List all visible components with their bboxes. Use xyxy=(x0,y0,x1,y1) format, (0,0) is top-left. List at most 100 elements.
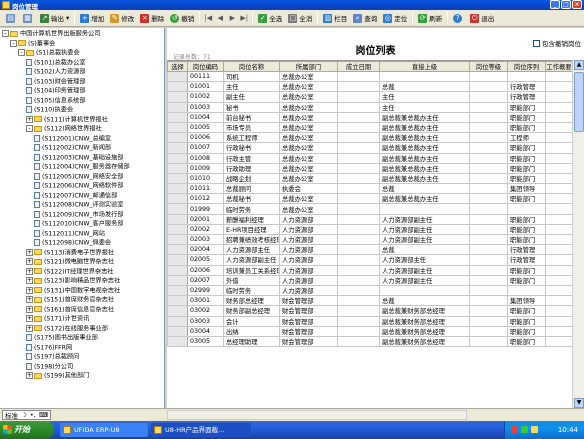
tree-node[interactable]: (S112008)CNW_评测实验室 xyxy=(34,201,123,209)
select-all-button[interactable]: ✓ 全选 xyxy=(255,11,285,25)
table-row[interactable]: 01010 战略企划 总裁办公室 副总裁兼总裁办主任 职能部门 xyxy=(167,172,572,185)
tree-node[interactable]: (S112010)CNW_客户服务部 xyxy=(34,220,123,228)
print-button[interactable]: ▤ xyxy=(3,11,20,25)
tree-node[interactable]: + (S113)消费电子世界报社 xyxy=(26,248,114,257)
row-select-cell[interactable] xyxy=(167,223,188,236)
vertical-scrollbar[interactable]: ▲ ▼ xyxy=(572,60,584,408)
tree-node[interactable]: + (S151)首席财务官杂志社 xyxy=(26,296,114,304)
row-select-cell[interactable] xyxy=(167,295,188,307)
tree-node[interactable]: + (S121)微电脑世界杂志社 xyxy=(26,258,114,266)
row-select-cell[interactable] xyxy=(167,183,188,195)
expand-toggle-icon[interactable]: + xyxy=(26,277,33,284)
exit-button[interactable]: ⏻ 退出 xyxy=(467,11,497,25)
ime-bar[interactable]: 标准 ☽ •, ⌨ xyxy=(2,410,52,420)
table-row[interactable]: 03003 会计 财会管理部 副总裁兼财务部总经理 职能部门 xyxy=(167,315,572,327)
first-record-button[interactable]: |◀ xyxy=(202,11,214,25)
column-header[interactable]: 所属部门 xyxy=(279,61,338,72)
table-row[interactable]: 01003 秘书 总裁办公室 主任 职能部门 xyxy=(167,101,572,113)
tree-node[interactable]: + (S172)在线服务事业部 xyxy=(26,324,108,333)
taskbar-item-screenshot[interactable]: U8-HR产品界面截... xyxy=(151,423,251,437)
expand-toggle-icon[interactable]: + xyxy=(26,115,33,123)
expand-toggle-icon[interactable]: + xyxy=(26,315,33,322)
antivirus-icon[interactable] xyxy=(511,426,518,433)
row-select-cell[interactable] xyxy=(167,335,188,348)
table-row[interactable]: 01008 行政主管 总裁办公室 副总裁兼总裁办主任 职能部门 xyxy=(167,152,572,164)
column-header[interactable]: 选择 xyxy=(167,61,188,72)
tree-node[interactable]: + (S123)影响精品世界杂志社 xyxy=(26,277,120,285)
column-header[interactable]: 直接上级 xyxy=(379,61,470,72)
tree-node[interactable]: + (S131)中国数字电视杂志社 xyxy=(26,286,120,295)
expand-toggle-icon[interactable]: + xyxy=(26,372,33,379)
table-row[interactable]: 02005 人力资源部副主任 人力资源部 人力资源部主任 行政管理 xyxy=(167,254,572,266)
table-row[interactable]: 00111 司机 总裁办公室 xyxy=(167,70,572,83)
table-row[interactable]: 01999 临时劳务 总裁办公室 xyxy=(167,203,572,215)
row-select-cell[interactable] xyxy=(167,254,188,266)
tree-node[interactable]: (S110)执委会 xyxy=(26,106,73,114)
tree-node[interactable]: (S112001)CNW_总编室 xyxy=(34,134,111,143)
table-row[interactable]: 03001 财务部总经理 财会管理部 总裁 集团领导 xyxy=(167,295,572,307)
tree-node[interactable]: (S102)人力资源部 xyxy=(26,68,86,76)
row-select-cell[interactable] xyxy=(167,264,188,276)
row-select-cell[interactable] xyxy=(167,111,188,123)
minimize-button[interactable]: _ xyxy=(550,0,560,9)
table-row[interactable]: 02006 培训兼员工关系经理 人力资源部 人力资源部副主任 职能部门 xyxy=(167,264,572,276)
scroll-up-button[interactable]: ▲ xyxy=(574,60,584,70)
tree-node[interactable]: (S101)总裁办公室 xyxy=(26,58,86,67)
delete-button[interactable]: × 删除 xyxy=(137,11,167,25)
tree-node[interactable]: (S112006)CNW_网络软件部 xyxy=(34,182,123,190)
row-select-cell[interactable] xyxy=(167,213,188,225)
column-header[interactable]: 岗位等级 xyxy=(469,61,508,72)
row-select-cell[interactable] xyxy=(167,325,188,337)
expand-toggle-icon[interactable]: + xyxy=(26,305,33,313)
table-row[interactable]: 01004 前台秘书 总裁办公室 副总裁兼总裁办主任 职能部门 xyxy=(167,111,572,123)
tree-node[interactable]: (S105)信息系统部 xyxy=(26,96,86,105)
row-select-cell[interactable] xyxy=(167,121,188,134)
expand-toggle-icon[interactable]: + xyxy=(26,258,33,265)
column-header[interactable]: 工作概要 xyxy=(545,61,572,72)
preview-button[interactable]: ▦ xyxy=(20,11,37,25)
network-icon[interactable] xyxy=(521,426,528,433)
include-revoked-checkbox[interactable] xyxy=(533,39,540,47)
tree-node[interactable]: (S112009)CNW_市场发行部 xyxy=(34,210,123,219)
last-record-button[interactable]: ▶| xyxy=(238,11,250,25)
row-select-cell[interactable] xyxy=(167,172,188,185)
close-button[interactable]: × xyxy=(572,0,582,9)
column-header[interactable]: 岗位序列 xyxy=(507,61,546,72)
tree-node[interactable]: - (S1)总裁执委会 xyxy=(18,49,80,57)
table-row[interactable]: 01011 总裁顾问 执委会 总裁 集团领导 xyxy=(167,183,572,195)
row-select-cell[interactable] xyxy=(167,193,188,205)
scroll-thumb[interactable] xyxy=(574,72,584,132)
column-header[interactable]: 岗位名称 xyxy=(223,61,280,72)
tree-node[interactable]: (S176)FFR网 xyxy=(26,343,72,352)
row-select-cell[interactable] xyxy=(167,274,188,286)
volume-icon[interactable] xyxy=(531,426,538,433)
table-row[interactable]: 02999 临时劳务 人力资源部 xyxy=(167,284,572,297)
tree-node[interactable]: (S112098)CNW_佩委会 xyxy=(34,239,111,247)
table-row[interactable]: 03005 总经理助理 财会管理部 副总裁兼财务部总经理 职能部门 xyxy=(167,335,572,348)
tree-node[interactable]: + (S122)IT经理世界杂志社 xyxy=(26,267,113,276)
expand-toggle-icon[interactable]: + xyxy=(26,248,33,256)
row-select-cell[interactable] xyxy=(167,203,188,215)
row-select-cell[interactable] xyxy=(167,101,188,113)
row-select-cell[interactable] xyxy=(167,162,188,174)
tree-node[interactable]: (S112005)CNW_网络安全部 xyxy=(34,172,123,181)
horizontal-scrollbar[interactable] xyxy=(167,410,467,420)
table-row[interactable]: 02001 薪酬福利经理 人力资源部 人力资源部副主任 职能部门 xyxy=(167,213,572,225)
start-button[interactable]: 开始 xyxy=(0,421,54,439)
tree-node[interactable]: + (S111)计算机世界报社 xyxy=(26,115,108,124)
row-select-cell[interactable] xyxy=(167,244,188,256)
expand-toggle-icon[interactable]: + xyxy=(26,296,33,303)
table-row[interactable]: 03002 财务部副总经理 财会管理部 副总裁兼财务部总经理 职能部门 xyxy=(167,305,572,317)
row-select-cell[interactable] xyxy=(167,284,188,297)
locate-button[interactable]: ◎ 定位 xyxy=(380,11,410,25)
refresh-button[interactable]: ⟳ 刷新 xyxy=(415,11,445,25)
tree-node[interactable]: - (S)董事会 xyxy=(10,39,55,48)
row-select-cell[interactable] xyxy=(167,305,188,317)
table-row[interactable]: 01001 主任 总裁办公室 总裁 行政管理 xyxy=(167,81,572,93)
expand-toggle-icon[interactable]: + xyxy=(26,267,33,275)
tree-node[interactable]: (S103)财会管理部 xyxy=(26,77,86,86)
row-select-cell[interactable] xyxy=(167,142,188,154)
tree-node[interactable]: (S112007)CNW_邮通信部 xyxy=(34,191,117,200)
column-header[interactable]: 成立日期 xyxy=(337,61,380,72)
collapse-toggle-icon[interactable]: - xyxy=(26,125,33,132)
